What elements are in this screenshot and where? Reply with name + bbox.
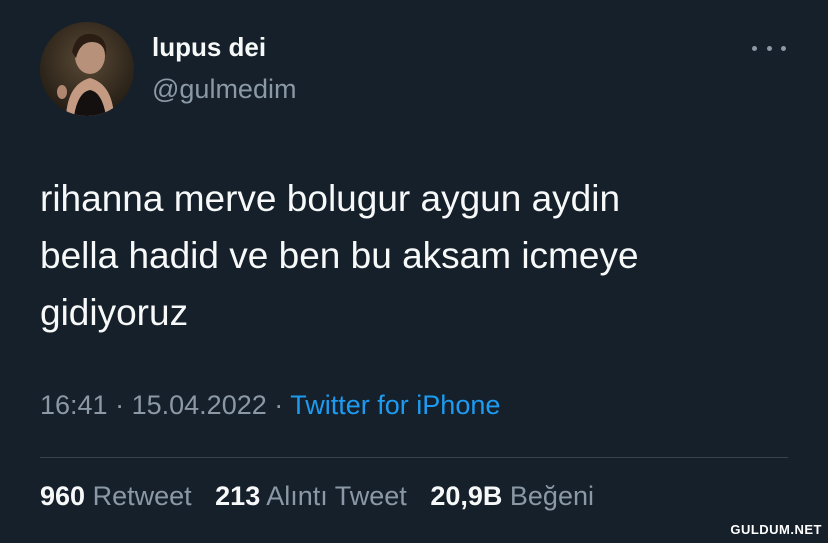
engagement-stats: 960 Retweet 213 Alıntı Tweet 20,9B Beğen…	[40, 481, 594, 512]
tweet-card: lupus dei @gulmedim rihanna merve bolugu…	[0, 0, 828, 543]
tweet-text: rihanna merve bolugur aygun aydin bella …	[40, 170, 800, 341]
retweets-stat[interactable]: 960 Retweet	[40, 481, 192, 511]
dot	[781, 45, 786, 51]
tweet-text-line: rihanna merve bolugur aygun aydin	[40, 178, 621, 219]
likes-stat[interactable]: 20,9B Beğeni	[430, 481, 594, 511]
tweet-metadata: 16:41 · 15.04.2022 · Twitter for iPhone	[40, 390, 500, 421]
watermark: GULDUM.NET	[730, 522, 822, 537]
quotes-stat[interactable]: 213 Alıntı Tweet	[215, 481, 407, 511]
retweets-count: 960	[40, 481, 86, 511]
likes-count: 20,9B	[430, 481, 503, 511]
tweet-text-line: bella hadid ve ben bu aksam icmeye	[40, 235, 639, 276]
more-options-icon[interactable]	[752, 38, 786, 58]
divider	[40, 457, 788, 458]
tweet-text-line: gidiyoruz	[40, 292, 189, 333]
tweet-source-link[interactable]: Twitter for iPhone	[290, 390, 500, 420]
dot	[766, 45, 772, 51]
dot	[752, 45, 757, 51]
avatar[interactable]	[40, 22, 134, 116]
quotes-label: Alıntı Tweet	[266, 481, 407, 511]
retweets-label: Retweet	[92, 481, 192, 511]
tweet-date[interactable]: 15.04.2022	[132, 390, 267, 420]
separator: ·	[274, 390, 284, 420]
tweet-time[interactable]: 16:41	[40, 390, 108, 420]
avatar-photo-icon	[40, 22, 134, 116]
display-name[interactable]: lupus dei	[152, 32, 266, 63]
quotes-count: 213	[215, 481, 261, 511]
separator: ·	[115, 390, 125, 420]
user-handle[interactable]: @gulmedim	[152, 74, 296, 105]
likes-label: Beğeni	[509, 481, 594, 511]
